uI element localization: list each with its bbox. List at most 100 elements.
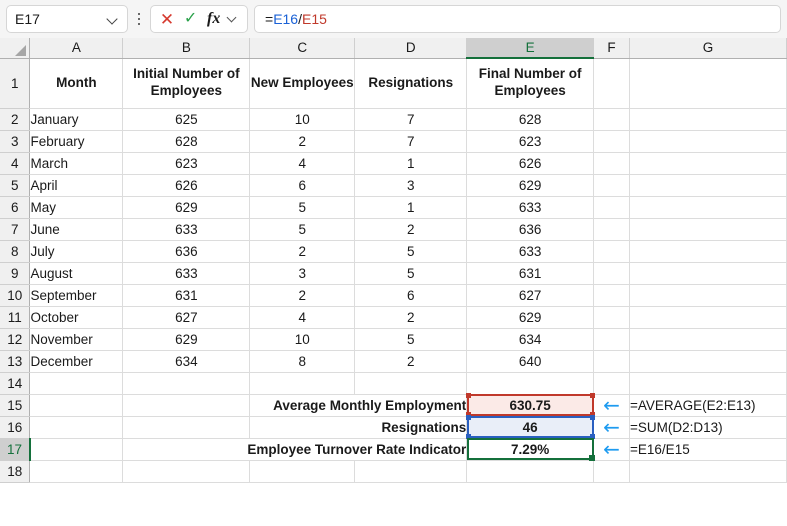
cell-e13[interactable]: 640 <box>466 350 595 373</box>
cell-e17-turnover-value[interactable]: 7.29% <box>466 438 595 461</box>
cell-g11[interactable] <box>629 306 787 329</box>
insert-function-icon[interactable]: fx <box>207 11 220 27</box>
cell-f3[interactable] <box>593 130 631 153</box>
cell-b6[interactable]: 629 <box>122 196 251 219</box>
row-header-7[interactable]: 7 <box>0 218 31 241</box>
cell-f8[interactable] <box>593 240 631 263</box>
cell-c8[interactable]: 2 <box>249 240 356 263</box>
cell-a11[interactable]: October <box>29 306 124 329</box>
more-options-icon[interactable] <box>130 5 148 33</box>
column-header-d[interactable]: D <box>354 38 468 59</box>
row-header-9[interactable]: 9 <box>0 262 31 285</box>
row-header-8[interactable]: 8 <box>0 240 31 263</box>
cell-f5[interactable] <box>593 174 631 197</box>
cell-g7[interactable] <box>629 218 787 241</box>
cell-g4[interactable] <box>629 152 787 175</box>
cell-b7[interactable]: 633 <box>122 218 251 241</box>
cell-a4[interactable]: March <box>29 152 124 175</box>
cell-d18[interactable] <box>354 460 468 483</box>
cell-b14[interactable] <box>122 372 251 395</box>
cell-a16[interactable] <box>29 416 124 439</box>
label-resignations-total[interactable]: Resignations <box>249 416 468 439</box>
row-header-14[interactable]: 14 <box>0 372 31 395</box>
cell-b13[interactable]: 634 <box>122 350 251 373</box>
cell-d7[interactable]: 2 <box>354 218 468 241</box>
cell-c13[interactable]: 8 <box>249 350 356 373</box>
cell-g18[interactable] <box>629 460 787 483</box>
cell-f6[interactable] <box>593 196 631 219</box>
confirm-icon[interactable]: ✓ <box>184 11 197 27</box>
cell-e8[interactable]: 633 <box>466 240 595 263</box>
row-header-3[interactable]: 3 <box>0 130 31 153</box>
cell-d12[interactable]: 5 <box>354 328 468 351</box>
cell-a12[interactable]: November <box>29 328 124 351</box>
cell-d2[interactable]: 7 <box>354 108 468 131</box>
cell-a15[interactable] <box>29 394 124 417</box>
annotation-turnover-formula[interactable]: =E16/E15 <box>629 438 787 461</box>
row-header-16[interactable]: 16 <box>0 416 31 439</box>
cell-e2[interactable]: 628 <box>466 108 595 131</box>
cell-g2[interactable] <box>629 108 787 131</box>
cell-d9[interactable]: 5 <box>354 262 468 285</box>
cell-c6[interactable]: 5 <box>249 196 356 219</box>
select-all-corner[interactable] <box>0 38 31 59</box>
cell-e18[interactable] <box>466 460 595 483</box>
cell-a7[interactable]: June <box>29 218 124 241</box>
row-header-13[interactable]: 13 <box>0 350 31 373</box>
spreadsheet-grid[interactable]: A B C D E F G 1 Month Initial Number of … <box>0 38 787 526</box>
cell-e14[interactable] <box>466 372 595 395</box>
cell-c10[interactable]: 2 <box>249 284 356 307</box>
cell-b2[interactable]: 625 <box>122 108 251 131</box>
cell-a10[interactable]: September <box>29 284 124 307</box>
column-header-a[interactable]: A <box>29 38 124 59</box>
cell-a9[interactable]: August <box>29 262 124 285</box>
cell-c2[interactable]: 10 <box>249 108 356 131</box>
cell-g3[interactable] <box>629 130 787 153</box>
cell-c18[interactable] <box>249 460 356 483</box>
annotation-sum-formula[interactable]: =SUM(D2:D13) <box>629 416 787 439</box>
cell-b8[interactable]: 636 <box>122 240 251 263</box>
cell-d8[interactable]: 5 <box>354 240 468 263</box>
cell-b4[interactable]: 623 <box>122 152 251 175</box>
cell-a17[interactable] <box>29 438 124 461</box>
cell-a3[interactable]: February <box>29 130 124 153</box>
cell-a18[interactable] <box>29 460 124 483</box>
cell-b16[interactable] <box>122 416 251 439</box>
cell-f12[interactable] <box>593 328 631 351</box>
label-employee-turnover-rate-indicator[interactable]: Employee Turnover Rate Indicator <box>122 438 468 461</box>
cell-f18[interactable] <box>593 460 631 483</box>
chevron-down-icon[interactable] <box>108 14 119 25</box>
cell-e16-resignations-value[interactable]: 46 <box>466 416 595 439</box>
cell-b10[interactable]: 631 <box>122 284 251 307</box>
cell-g5[interactable] <box>629 174 787 197</box>
cell-a2[interactable]: January <box>29 108 124 131</box>
cell-d10[interactable]: 6 <box>354 284 468 307</box>
cell-f2[interactable] <box>593 108 631 131</box>
row-header-6[interactable]: 6 <box>0 196 31 219</box>
cell-b11[interactable]: 627 <box>122 306 251 329</box>
cell-e11[interactable]: 629 <box>466 306 595 329</box>
cell-d5[interactable]: 3 <box>354 174 468 197</box>
label-average-monthly-employment[interactable]: Average Monthly Employment <box>249 394 468 417</box>
cell-a6[interactable]: May <box>29 196 124 219</box>
cell-c14[interactable] <box>249 372 356 395</box>
cell-a5[interactable]: April <box>29 174 124 197</box>
cell-f13[interactable] <box>593 350 631 373</box>
cell-c7[interactable]: 5 <box>249 218 356 241</box>
cell-b5[interactable]: 626 <box>122 174 251 197</box>
cell-d3[interactable]: 7 <box>354 130 468 153</box>
cell-c5[interactable]: 6 <box>249 174 356 197</box>
cell-b15[interactable] <box>122 394 251 417</box>
cell-d11[interactable]: 2 <box>354 306 468 329</box>
cell-g12[interactable] <box>629 328 787 351</box>
column-header-g[interactable]: G <box>629 38 787 59</box>
cell-f7[interactable] <box>593 218 631 241</box>
cell-d6[interactable]: 1 <box>354 196 468 219</box>
cell-d4[interactable]: 1 <box>354 152 468 175</box>
cell-e7[interactable]: 636 <box>466 218 595 241</box>
row-header-4[interactable]: 4 <box>0 152 31 175</box>
chevron-down-icon[interactable] <box>228 14 238 24</box>
name-box[interactable]: E17 <box>6 5 128 33</box>
cell-e15-average-value[interactable]: 630.75 <box>466 394 595 417</box>
cell-f10[interactable] <box>593 284 631 307</box>
